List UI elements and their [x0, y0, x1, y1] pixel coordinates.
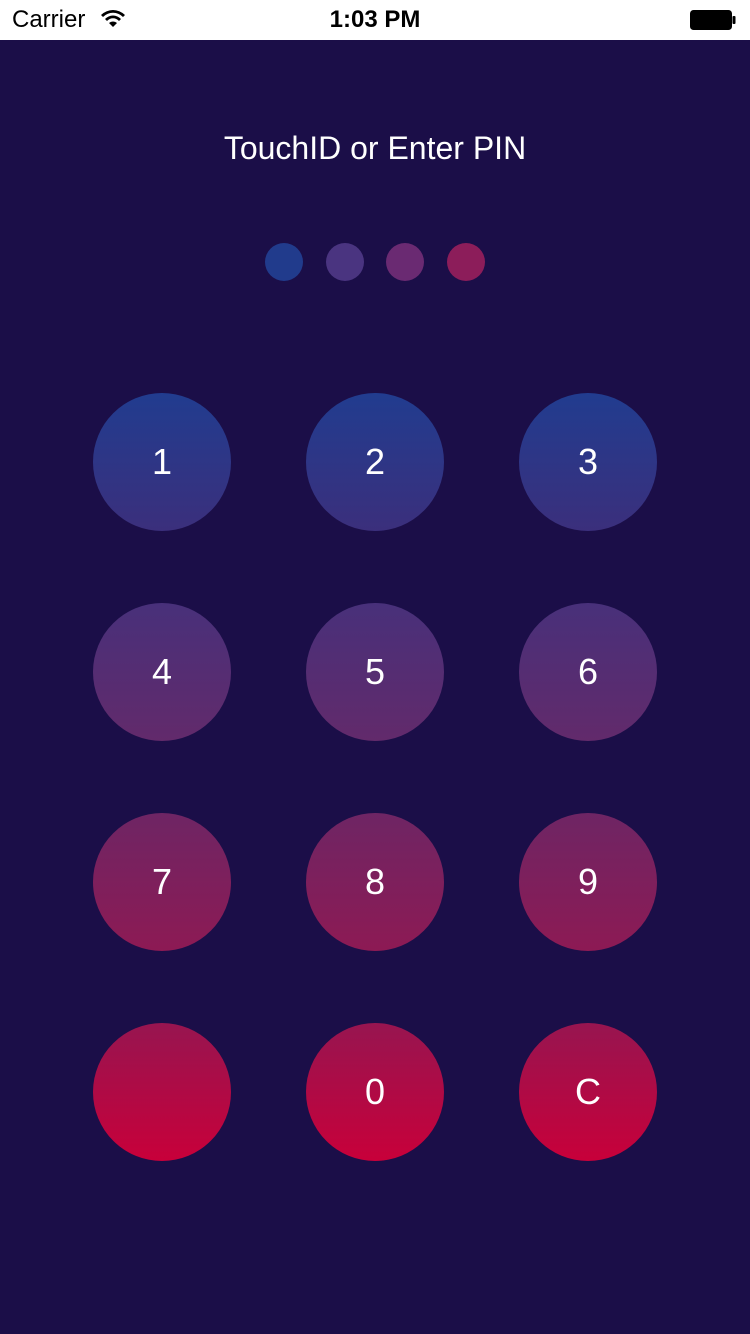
keypad-button-clear[interactable]: C: [519, 1023, 657, 1161]
status-time: 1:03 PM: [329, 6, 421, 33]
keypad-button-0[interactable]: 0: [306, 1023, 444, 1161]
keypad-button-touchid[interactable]: [93, 1023, 231, 1161]
keypad-button-1[interactable]: 1: [93, 393, 231, 531]
pin-dot: [326, 243, 364, 281]
keypad-button-6[interactable]: 6: [519, 603, 657, 741]
keypad-button-3[interactable]: 3: [519, 393, 657, 531]
keypad-button-7[interactable]: 7: [93, 813, 231, 951]
battery-icon: [690, 10, 736, 30]
keypad-button-8[interactable]: 8: [306, 813, 444, 951]
pin-dot: [265, 243, 303, 281]
status-bar: Carrier 1:03 PM: [0, 0, 750, 40]
keypad-button-2[interactable]: 2: [306, 393, 444, 531]
pin-dot: [386, 243, 424, 281]
pin-dot: [447, 243, 485, 281]
keypad-button-9[interactable]: 9: [519, 813, 657, 951]
keypad-button-4[interactable]: 4: [93, 603, 231, 741]
keypad-button-5[interactable]: 5: [306, 603, 444, 741]
page-title: TouchID or Enter PIN: [223, 130, 527, 166]
